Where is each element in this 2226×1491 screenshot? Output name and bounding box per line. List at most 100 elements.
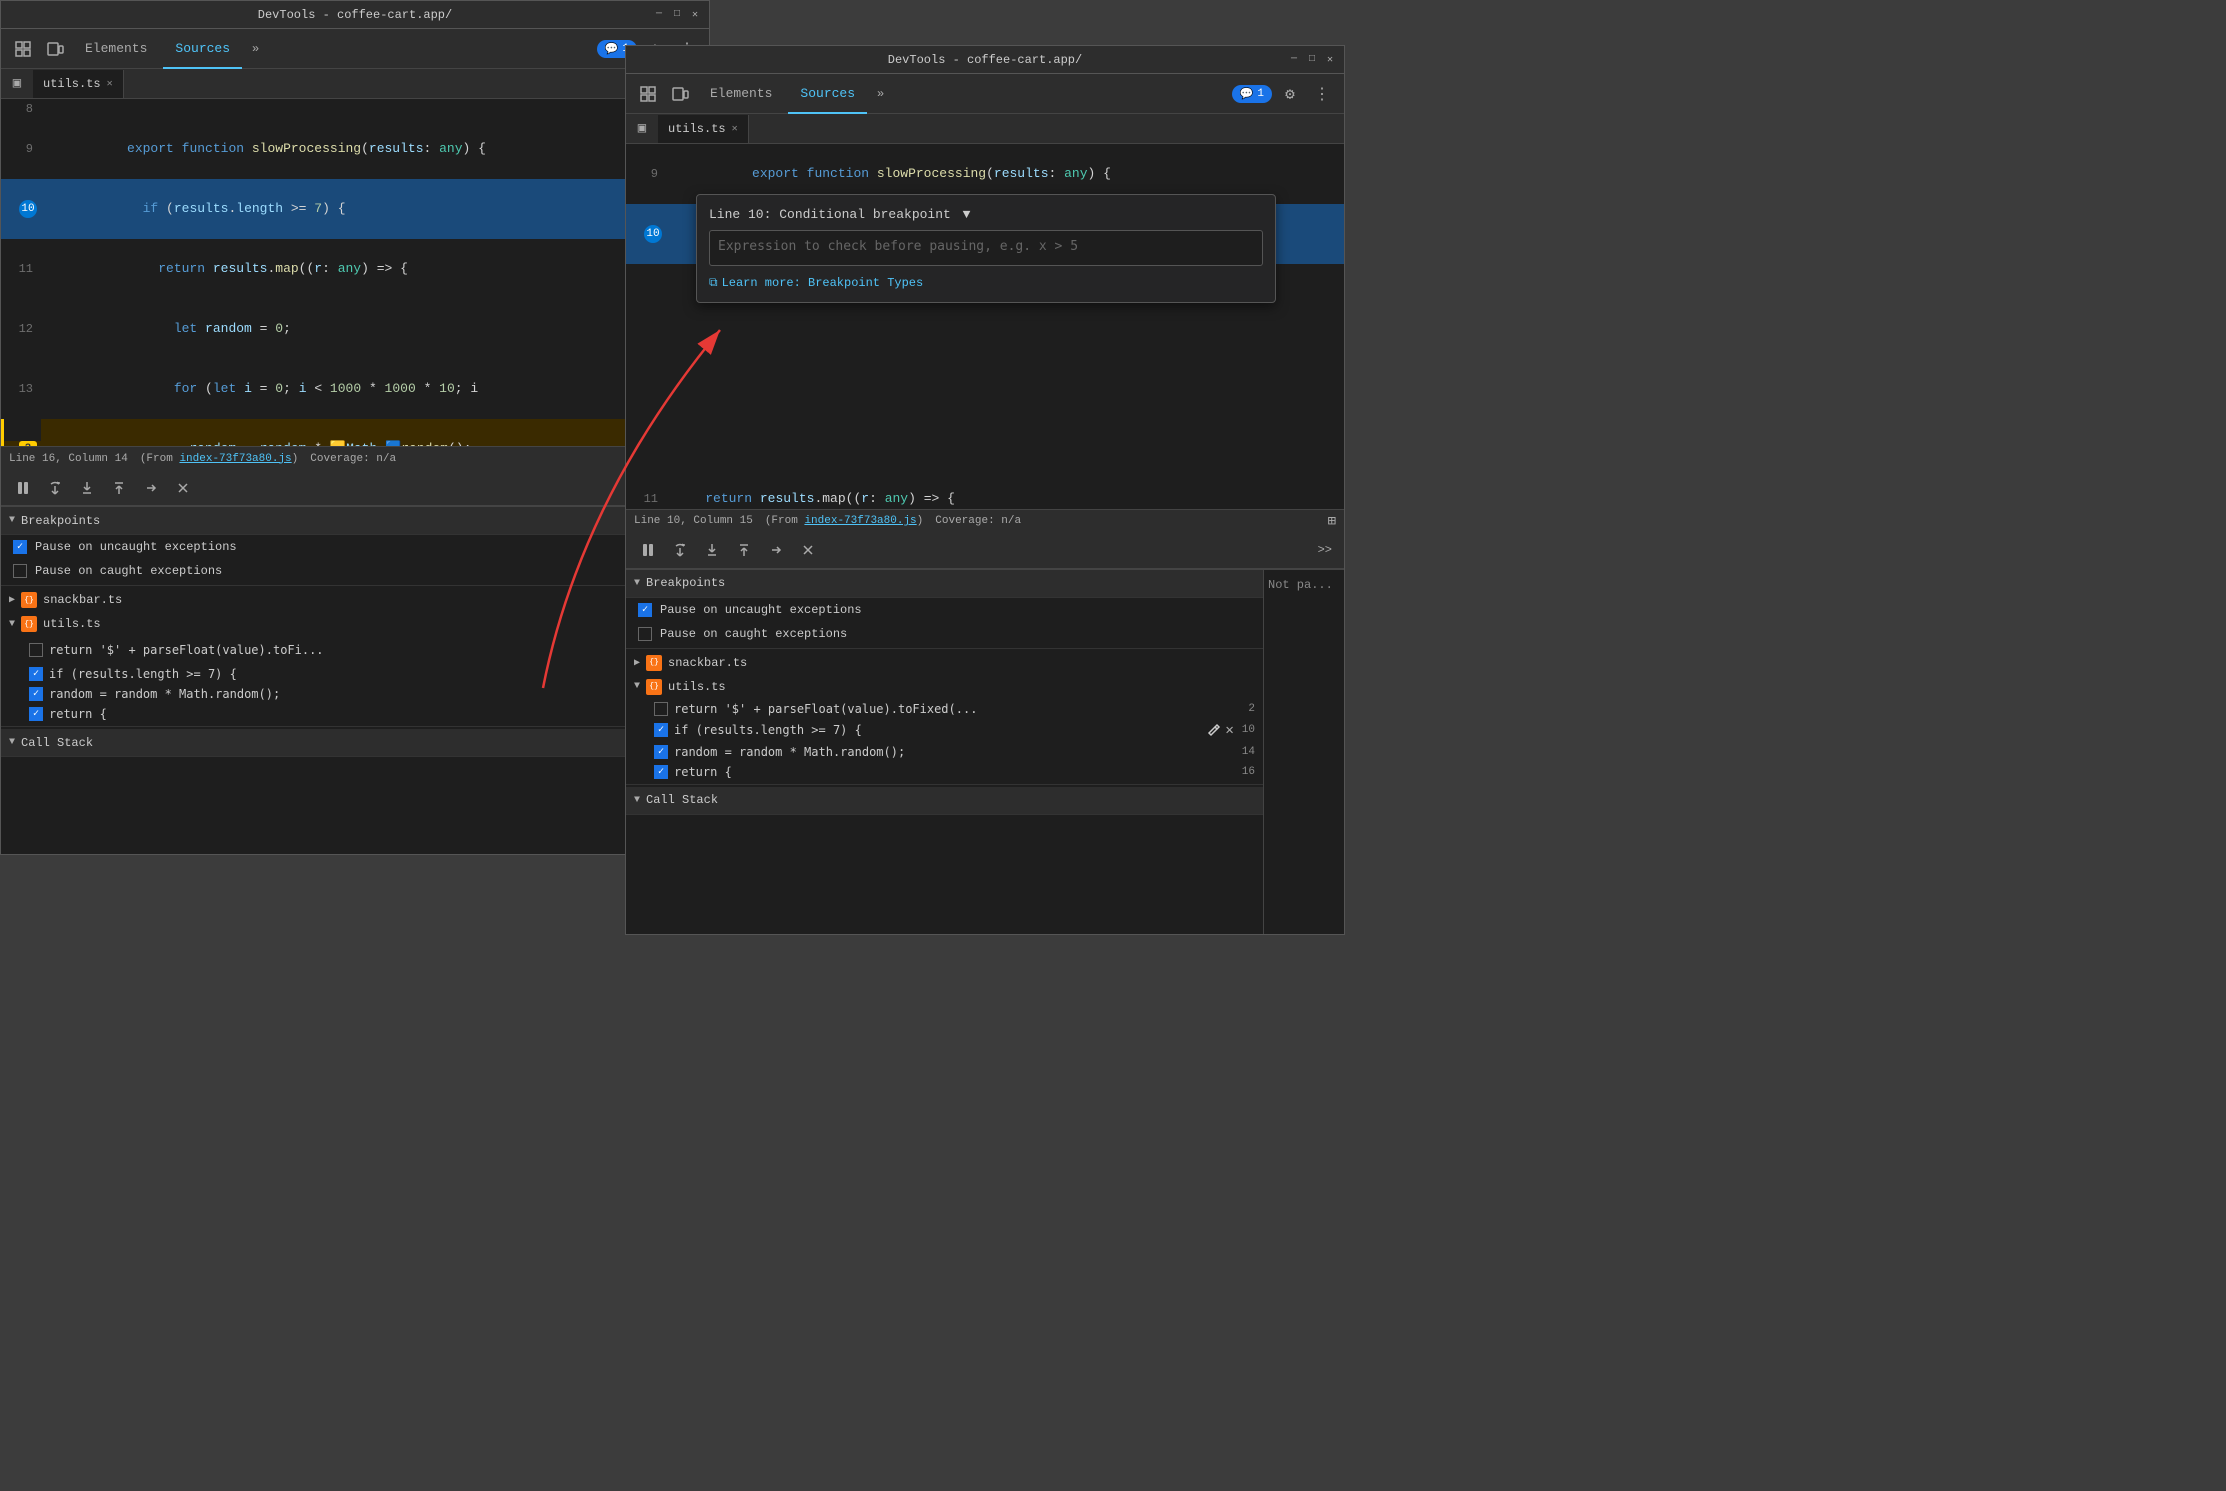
pause-uncaught-1[interactable]: Pause on uncaught exceptions xyxy=(1,535,709,559)
minimize-2[interactable]: ─ xyxy=(1288,54,1300,66)
bp-expand-arrow-1: ▼ xyxy=(9,515,15,526)
file-tab-close-2[interactable]: ✕ xyxy=(732,123,738,135)
bp-popup-input[interactable]: Expression to check before pausing, e.g.… xyxy=(709,230,1263,266)
pause-caught-1[interactable]: Pause on caught exceptions xyxy=(1,559,709,583)
line-num-10: 10 xyxy=(1,200,41,218)
settings-icon-2[interactable]: ⚙ xyxy=(1276,80,1304,108)
tab-elements-2[interactable]: Elements xyxy=(698,78,784,110)
pause-btn-1[interactable] xyxy=(9,474,37,502)
line-num-13: 13 xyxy=(1,379,41,399)
pause-btn-2[interactable] xyxy=(634,536,662,564)
step-out-btn-1[interactable] xyxy=(105,474,133,502)
expand-panel-btn[interactable]: ⊞ xyxy=(1328,513,1336,530)
file-tab-utils-1[interactable]: utils.ts ✕ xyxy=(33,70,124,98)
line-num-9: 9 xyxy=(1,139,41,159)
more-tabs-2[interactable]: » xyxy=(871,87,890,101)
titlebar-1: DevTools - coffee-cart.app/ ─ □ ✕ xyxy=(1,1,709,29)
window-controls-1: ─ □ ✕ xyxy=(653,9,701,21)
top-toolbar-1: Elements Sources » 💬 1 ⚙ ⋮ xyxy=(1,29,709,69)
debug-toolbar-1 xyxy=(1,470,709,506)
file-tab-utils-2[interactable]: utils.ts ✕ xyxy=(658,115,749,143)
maximize-1[interactable]: □ xyxy=(671,9,683,21)
cb-caught-2[interactable] xyxy=(638,627,652,641)
delete-bp-btn-1-2[interactable]: ✕ xyxy=(1223,722,1235,739)
devtools-window-1: DevTools - coffee-cart.app/ ─ □ ✕ Elemen… xyxy=(0,0,710,855)
line-content-13: for (let i = 0; i < 1000 * 1000 * 10; i xyxy=(41,359,709,419)
deactivate-btn-2[interactable] xyxy=(794,536,822,564)
devtools-window-2: DevTools - coffee-cart.app/ ─ □ ✕ Elemen… xyxy=(625,45,1345,935)
tab-elements-1[interactable]: Elements xyxy=(73,33,159,65)
divider-3 xyxy=(626,648,1263,649)
close-1[interactable]: ✕ xyxy=(689,9,701,21)
source-link-1[interactable]: index-73f73a80.js xyxy=(179,453,291,465)
file-tabs-2: ▣ utils.ts ✕ xyxy=(626,114,1344,144)
utils-icon-1: {} xyxy=(21,616,37,632)
inspect-icon[interactable] xyxy=(9,35,37,63)
file-tab-close-1[interactable]: ✕ xyxy=(107,78,113,90)
breakpoints-title-1: Breakpoints xyxy=(21,514,100,528)
cb-bp-0-1[interactable] xyxy=(29,643,43,657)
utils-name-1: utils.ts xyxy=(43,617,101,631)
more-icon-2[interactable]: ⋮ xyxy=(1308,80,1336,108)
badge-icon-1: 💬 xyxy=(605,42,619,56)
pause-uncaught-2[interactable]: Pause on uncaught exceptions xyxy=(626,598,1263,622)
step-into-btn-1[interactable] xyxy=(73,474,101,502)
breakpoints-header-1[interactable]: ▼ Breakpoints xyxy=(1,507,709,535)
bp-popup-link[interactable]: ⧉ Learn more: Breakpoint Types xyxy=(709,276,1263,290)
snackbar-expand-2: ▶ xyxy=(634,657,640,669)
edit-bp-btn-1-2[interactable] xyxy=(1207,723,1221,737)
minimize-1[interactable]: ─ xyxy=(653,9,665,21)
bp-linenum-2-2: 14 xyxy=(1242,746,1255,758)
file-group-snackbar-2[interactable]: ▶ {} snackbar.ts xyxy=(626,651,1263,675)
step-over-btn-2[interactable] xyxy=(666,536,694,564)
line-content-12: let random = 0; xyxy=(41,299,709,359)
more-tabs-1[interactable]: » xyxy=(246,42,265,56)
call-stack-header-2[interactable]: ▼ Call Stack xyxy=(626,787,1263,815)
cb-bp-0-2[interactable] xyxy=(654,702,668,716)
bp-dropdown-icon[interactable]: ▼ xyxy=(963,207,971,222)
cb-bp-3-2[interactable] xyxy=(654,765,668,779)
window-title-2: DevTools - coffee-cart.app/ xyxy=(888,53,1082,67)
step-btn-2[interactable] xyxy=(762,536,790,564)
step-into-btn-2[interactable] xyxy=(698,536,726,564)
step-btn-1[interactable] xyxy=(137,474,165,502)
pause-caught-2[interactable]: Pause on caught exceptions xyxy=(626,622,1263,646)
inspect-icon-2[interactable] xyxy=(634,80,662,108)
cb-bp-2-1[interactable] xyxy=(29,687,43,701)
panel-container-2: ▼ Breakpoints Pause on uncaught exceptio… xyxy=(626,570,1344,935)
breakpoints-header-2[interactable]: ▼ Breakpoints xyxy=(626,570,1263,598)
cb-bp-2-2[interactable] xyxy=(654,745,668,759)
sidebar-toggle-1[interactable]: ▣ xyxy=(5,72,29,96)
pause-uncaught-label-1: Pause on uncaught exceptions xyxy=(35,540,237,554)
cb-uncaught-2[interactable] xyxy=(638,603,652,617)
device-toggle-icon-2[interactable] xyxy=(666,80,694,108)
cb-bp-3-1[interactable] xyxy=(29,707,43,721)
file-group-snackbar-1[interactable]: ▶ {} snackbar.ts xyxy=(1,588,709,612)
tab-sources-1[interactable]: Sources xyxy=(163,33,242,65)
breakpoints-title-2: Breakpoints xyxy=(646,576,725,590)
file-group-utils-2[interactable]: ▼ {} utils.ts xyxy=(626,675,1263,699)
bp-entry-1-1: if (results.length >= 7) { 10 xyxy=(1,664,709,684)
maximize-2[interactable]: □ xyxy=(1306,54,1318,66)
deactivate-btn-1[interactable] xyxy=(169,474,197,502)
step-over-btn-1[interactable] xyxy=(41,474,69,502)
snackbar-name-2: snackbar.ts xyxy=(668,656,747,670)
code-line-more-2: 11 return results.map((r: any) => { xyxy=(626,489,1344,509)
bp-linenum-1-2: 10 xyxy=(1242,724,1255,736)
cb-bp-1-1[interactable] xyxy=(29,667,43,681)
cb-bp-1-2[interactable] xyxy=(654,723,668,737)
close-2[interactable]: ✕ xyxy=(1324,54,1336,66)
notification-badge-2[interactable]: 💬 1 xyxy=(1232,85,1272,103)
call-stack-header-1[interactable]: ▼ Call Stack xyxy=(1,729,709,757)
tab-sources-2[interactable]: Sources xyxy=(788,78,867,110)
cb-caught-1[interactable] xyxy=(13,564,27,578)
window-controls-2: ─ □ ✕ xyxy=(1288,54,1336,66)
sidebar-toggle-2[interactable]: ▣ xyxy=(630,117,654,141)
step-out-btn-2[interactable] xyxy=(730,536,758,564)
device-toggle-icon[interactable] xyxy=(41,35,69,63)
more-panels-btn-2[interactable]: >> xyxy=(1314,539,1336,561)
file-group-utils-1[interactable]: ▼ {} utils.ts xyxy=(1,612,709,636)
source-link-2[interactable]: index-73f73a80.js xyxy=(804,515,916,527)
utils-icon-2: {} xyxy=(646,679,662,695)
cb-uncaught-1[interactable] xyxy=(13,540,27,554)
